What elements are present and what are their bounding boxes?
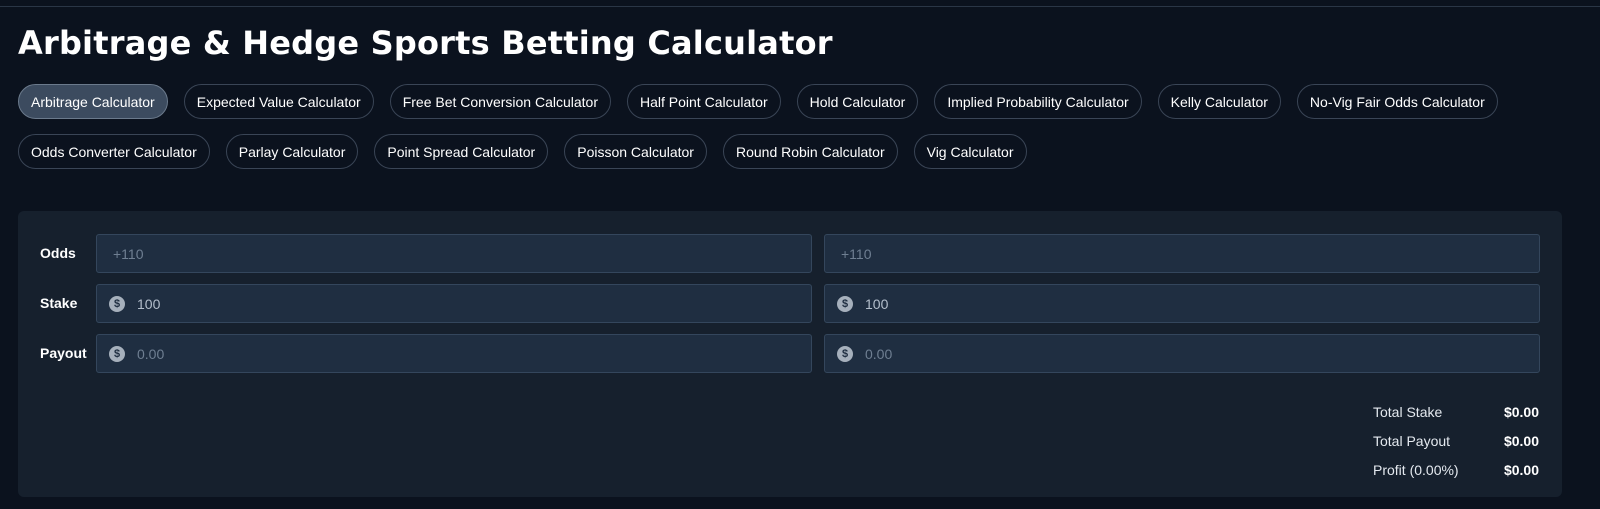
chip-expected-value-calculator[interactable]: Expected Value Calculator [183,84,374,119]
chip-kelly-calculator[interactable]: Kelly Calculator [1157,84,1281,119]
chip-round-robin-calculator[interactable]: Round Robin Calculator [722,134,898,169]
calculator-panel: Odds Stake $ $ Payout $ $ Total St [18,211,1562,497]
total-payout-row: Total Payout $0.00 [1373,426,1539,455]
stake-row: Stake $ $ [18,284,1562,323]
odds-row: Odds [18,234,1562,273]
profit-value: $0.00 [1503,461,1539,478]
dollar-icon: $ [837,295,853,312]
total-payout-value: $0.00 [1503,432,1539,449]
chip-odds-converter-calculator[interactable]: Odds Converter Calculator [18,134,210,169]
bet2-odds-input[interactable] [841,245,1481,262]
chip-free-bet-conversion-calculator[interactable]: Free Bet Conversion Calculator [389,84,611,119]
chip-vig-calculator[interactable]: Vig Calculator [913,134,1027,169]
bet1-stake-field[interactable]: $ [96,284,812,323]
chip-implied-probability-calculator[interactable]: Implied Probability Calculator [934,84,1142,119]
chip-arbitrage-calculator[interactable]: Arbitrage Calculator [18,84,168,119]
stake-label: Stake [40,295,78,311]
dollar-icon: $ [837,345,853,362]
dollar-icon: $ [109,295,125,312]
chip-parlay-calculator[interactable]: Parlay Calculator [225,134,359,169]
bet2-stake-input[interactable] [865,295,1505,312]
payout-label: Payout [40,345,87,361]
chip-no-vig-fair-odds-calculator[interactable]: No-Vig Fair Odds Calculator [1296,84,1498,119]
calculator-nav: Arbitrage Calculator Expected Value Calc… [18,84,1578,169]
bet2-odds-field[interactable] [824,234,1540,273]
bet1-stake-input[interactable] [137,295,777,312]
chip-poisson-calculator[interactable]: Poisson Calculator [564,134,707,169]
total-stake-value: $0.00 [1503,403,1539,420]
profit-row: Profit (0.00%) $0.00 [1373,455,1539,484]
payout-row: Payout $ $ [18,334,1562,373]
profit-label: Profit (0.00%) [1373,461,1459,478]
total-stake-label: Total Stake [1373,403,1443,420]
dollar-icon: $ [109,345,125,362]
total-stake-row: Total Stake $0.00 [1373,397,1539,426]
bet1-payout-input[interactable] [137,345,777,362]
top-divider [0,6,1600,7]
bet1-payout-field[interactable]: $ [96,334,812,373]
total-payout-label: Total Payout [1373,432,1451,449]
page-title: Arbitrage & Hedge Sports Betting Calcula… [18,24,833,62]
odds-label: Odds [40,245,76,261]
chip-half-point-calculator[interactable]: Half Point Calculator [627,84,781,119]
bet2-payout-input[interactable] [865,345,1505,362]
chip-hold-calculator[interactable]: Hold Calculator [796,84,919,119]
bet1-odds-field[interactable] [96,234,812,273]
bet2-payout-field[interactable]: $ [824,334,1540,373]
bet2-stake-field[interactable]: $ [824,284,1540,323]
bet1-odds-input[interactable] [113,245,753,262]
chip-point-spread-calculator[interactable]: Point Spread Calculator [374,134,549,169]
results-summary: Total Stake $0.00 Total Payout $0.00 Pro… [1373,397,1539,484]
